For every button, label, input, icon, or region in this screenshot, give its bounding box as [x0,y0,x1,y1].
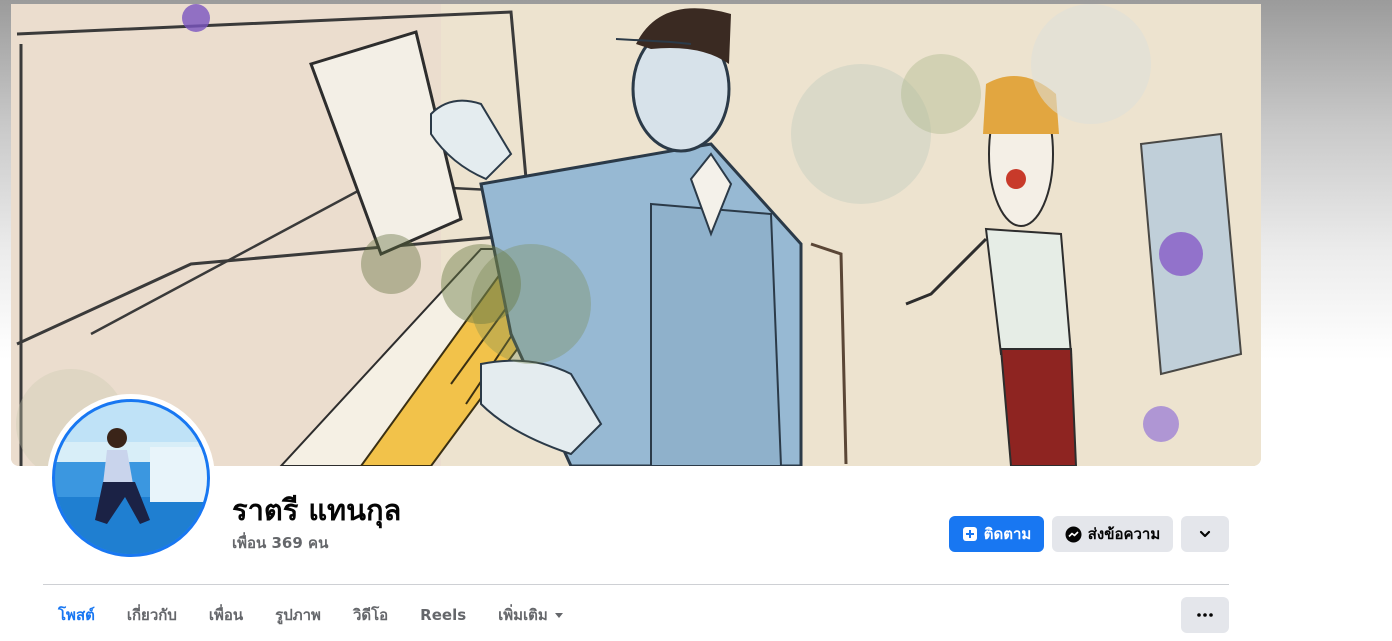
tab-posts-label: โพสต์ [58,606,95,624]
ellipsis-icon [1197,613,1213,617]
cover-photo[interactable] [11,4,1261,466]
messenger-icon [1065,526,1082,543]
tab-posts[interactable]: โพสต์ [43,597,111,633]
message-button[interactable]: ส่งข้อความ [1052,516,1173,552]
profile-more-button[interactable] [1181,516,1229,552]
tab-reels[interactable]: Reels [404,597,482,633]
follow-button[interactable]: ติดตาม [949,516,1044,552]
tab-videos-label: วิดีโอ [352,606,389,624]
tab-photos[interactable]: รูปภาพ [259,597,337,633]
tabs-overflow-button[interactable] [1181,597,1229,633]
tab-about-label: เกี่ยวกับ [126,606,177,624]
profile-name: ราตรี แทนกุล [232,493,402,527]
tab-about[interactable]: เกี่ยวกับ [111,597,193,633]
profile-divider [43,584,1229,585]
avatar-photo [55,402,207,554]
chevron-down-icon [1198,527,1212,541]
tab-friends-label: เพื่อน [208,606,244,624]
tab-more[interactable]: เพิ่มเติม [482,597,580,633]
tab-reels-label: Reels [420,606,467,624]
follow-plus-icon [962,526,978,542]
profile-avatar[interactable] [52,399,210,557]
friends-count[interactable]: เพื่อน 369 คน [232,533,328,553]
tab-friends[interactable]: เพื่อน [193,597,259,633]
cover-illustration [11,4,1261,466]
message-button-label: ส่งข้อความ [1087,525,1161,543]
profile-tabs: โพสต์ เกี่ยวกับ เพื่อน รูปภาพ วิดีโอ Ree… [43,597,580,633]
tab-photos-label: รูปภาพ [275,606,321,624]
caret-down-icon [554,610,564,620]
follow-button-label: ติดตาม [983,525,1032,543]
tab-videos[interactable]: วิดีโอ [337,597,404,633]
tab-more-label: เพิ่มเติม [498,606,548,624]
